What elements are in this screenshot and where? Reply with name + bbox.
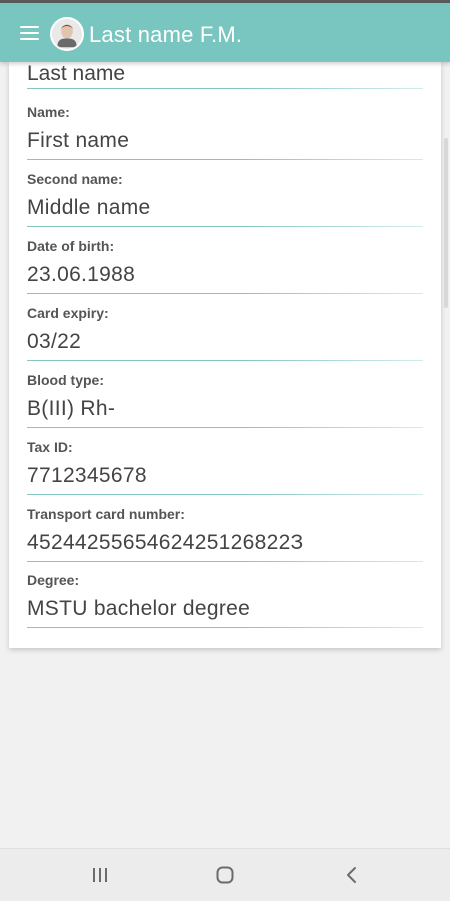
page-title: Last name F.M. bbox=[89, 22, 243, 47]
back-icon[interactable] bbox=[340, 863, 364, 887]
field-label: Date of birth: bbox=[27, 238, 115, 254]
field-label: Second name: bbox=[27, 171, 123, 187]
field-value[interactable]: MSTU bachelor degree bbox=[27, 597, 250, 621]
field-underline bbox=[27, 360, 423, 361]
field-label: Blood type: bbox=[27, 372, 104, 388]
last-name-underline bbox=[27, 88, 423, 89]
field-value[interactable]: 4524425565462425126822З bbox=[27, 531, 304, 555]
field-underline bbox=[27, 627, 423, 628]
scrollbar[interactable] bbox=[444, 138, 448, 308]
user-avatar[interactable] bbox=[50, 17, 84, 51]
field-underline bbox=[27, 494, 423, 495]
field-value[interactable]: 23.06.1988 bbox=[27, 263, 135, 287]
hamburger-menu-icon[interactable] bbox=[14, 20, 44, 46]
field-value[interactable]: 7712345678 bbox=[27, 464, 147, 488]
profile-form-card: Last name Name: First name Second name: … bbox=[9, 62, 441, 648]
last-name-value[interactable]: Last name bbox=[27, 62, 125, 86]
recent-apps-icon[interactable] bbox=[88, 863, 112, 887]
field-label: Name: bbox=[27, 104, 70, 120]
field-underline bbox=[27, 159, 423, 160]
field-label: Transport card number: bbox=[27, 506, 185, 522]
field-underline bbox=[27, 226, 423, 227]
field-label: Degree: bbox=[27, 572, 80, 588]
field-value[interactable]: 03/22 bbox=[27, 330, 81, 354]
field-value[interactable]: Middle name bbox=[27, 196, 151, 220]
app-bar: Last name F.M. bbox=[0, 3, 450, 62]
field-underline bbox=[27, 293, 423, 294]
field-value[interactable]: First name bbox=[27, 129, 129, 153]
home-icon[interactable] bbox=[213, 863, 237, 887]
field-underline bbox=[27, 427, 423, 428]
field-value[interactable]: B(III) Rh- bbox=[27, 397, 115, 421]
field-label: Card expiry: bbox=[27, 305, 109, 321]
field-underline bbox=[27, 561, 423, 562]
system-navigation-bar bbox=[0, 848, 450, 901]
field-label: Tax ID: bbox=[27, 439, 73, 455]
